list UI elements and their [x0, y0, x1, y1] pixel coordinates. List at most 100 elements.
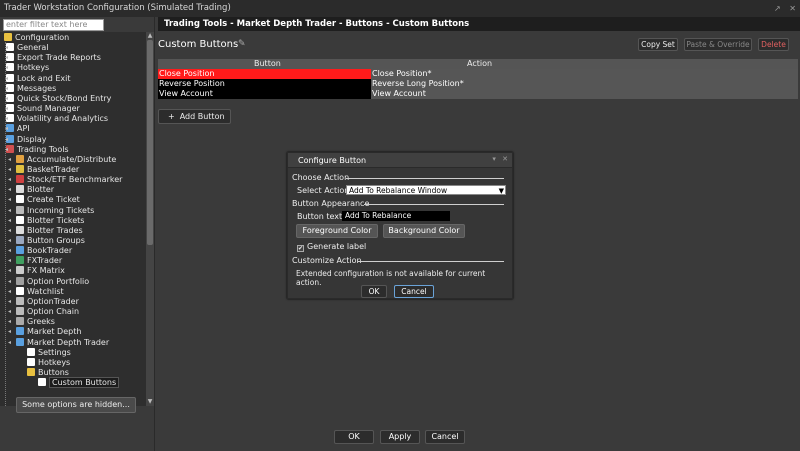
expand-toggle-icon[interactable]: ◂	[5, 126, 10, 132]
tree-item[interactable]: ◂ Option Chain	[8, 307, 79, 317]
tree-item[interactable]: ◂ Watchlist	[8, 286, 64, 297]
dialog-cancel-button[interactable]: Cancel	[394, 285, 434, 298]
expand-toggle-icon[interactable]: ◂	[8, 156, 13, 162]
footer-apply-button[interactable]: Apply	[380, 430, 420, 444]
tree-item[interactable]: ◂ Messages	[5, 83, 56, 94]
tree-item[interactable]: ◂ Create Ticket	[8, 195, 80, 205]
dialog-ok-button[interactable]: OK	[361, 285, 387, 298]
generate-label-checkbox[interactable]: ✔ Generate label	[297, 242, 366, 252]
footer-cancel-button[interactable]: Cancel	[425, 430, 465, 444]
tree-item[interactable]: ◂ Volatility and Analytics	[5, 114, 108, 124]
foreground-color-button[interactable]: Foreground Color	[296, 224, 378, 238]
expand-toggle-icon[interactable]: ◂	[5, 116, 10, 122]
scroll-down-icon[interactable]: ▼	[146, 398, 154, 406]
expand-toggle-icon[interactable]: ◂	[8, 309, 13, 315]
table-row[interactable]: Close Position Close Position*	[158, 69, 798, 79]
expand-toggle-icon[interactable]: ◂	[5, 75, 10, 81]
tree-item[interactable]: ◂ API	[5, 124, 30, 134]
tree-item[interactable]: ◂ General	[5, 43, 49, 53]
tree-item[interactable]: ◂ Sound Manager	[5, 104, 80, 114]
expand-toggle-icon[interactable]: ◂	[8, 248, 13, 254]
tree-item[interactable]: ◂ Greeks	[8, 317, 55, 327]
undock-icon[interactable]: ↗	[774, 4, 781, 13]
dialog-menu-icon[interactable]: ▾	[492, 155, 496, 163]
expand-toggle-icon[interactable]: ◂	[8, 207, 13, 213]
tree-item[interactable]: ◂ Quick Stock/Bond Entry	[5, 93, 111, 104]
scroll-up-icon[interactable]: ▲	[146, 32, 154, 40]
dialog-close-icon[interactable]: ✕	[502, 155, 508, 163]
expand-toggle-icon[interactable]: ◂	[8, 238, 13, 244]
tree-item[interactable]: ◂ BasketTrader	[8, 164, 79, 175]
tree-item[interactable]: ◂ Hotkeys	[5, 63, 49, 73]
expand-toggle-icon[interactable]: ◂	[5, 85, 10, 91]
add-button[interactable]: + Add Button	[158, 109, 231, 124]
add-button-label: Add Button	[179, 112, 225, 121]
edit-pencil-icon[interactable]: ✎	[238, 39, 246, 49]
tree-item[interactable]: ◂ FXTrader	[8, 256, 62, 266]
expand-toggle-icon[interactable]: ◂	[8, 268, 13, 274]
expand-toggle-icon[interactable]: ◂	[5, 136, 10, 142]
tree-item-label: Button Groups	[27, 236, 85, 245]
expand-toggle-icon[interactable]: ◂	[5, 45, 10, 51]
scroll-thumb[interactable]	[147, 40, 153, 245]
table-row[interactable]: View Account View Account	[158, 89, 798, 99]
expand-toggle-icon[interactable]: ◂	[8, 227, 13, 233]
delete-button[interactable]: Delete	[758, 38, 789, 51]
tree-item[interactable]: ◂ Export Trade Reports	[5, 53, 101, 63]
tree-item[interactable]: ◂ Stock/ETF Benchmarker	[8, 175, 122, 185]
expand-toggle-icon[interactable]: ◂	[8, 298, 13, 304]
tree-item[interactable]: ◂ Button Groups	[8, 236, 85, 246]
tree-item[interactable]: ◂ Market Depth	[8, 327, 81, 337]
tree-item[interactable]: ◂ Display	[5, 134, 47, 145]
tree-item[interactable]: ◂ Blotter Trades	[8, 225, 83, 236]
button-text-input[interactable]: Add To Rebalance	[342, 211, 450, 221]
background-color-button[interactable]: Background Color	[383, 224, 465, 238]
tree-item[interactable]: ◂ BookTrader	[8, 246, 72, 256]
expand-toggle-icon[interactable]: ◂	[8, 288, 13, 294]
expand-toggle-icon[interactable]: ◂	[8, 177, 13, 183]
expand-toggle-icon[interactable]: ◂	[8, 258, 13, 264]
optiontrader-icon	[16, 296, 24, 305]
tree-item[interactable]: ◂ FX Matrix	[8, 266, 65, 276]
tree-item[interactable]: Custom Buttons	[38, 377, 120, 389]
tree-item[interactable]: ◂ Lock and Exit	[5, 73, 71, 84]
folder-icon	[27, 367, 35, 376]
table-row[interactable]: Reverse Position Reverse Long Position*	[158, 79, 798, 89]
expand-toggle-icon[interactable]: ◂	[8, 339, 13, 345]
tree-item[interactable]: Settings	[27, 347, 71, 358]
footer-ok-button[interactable]: OK	[334, 430, 374, 444]
expand-toggle-icon[interactable]: ◂	[5, 106, 10, 112]
copy-set-button[interactable]: Copy Set	[638, 38, 678, 51]
buttons-table: Button Action Close Position Close Posit…	[158, 59, 798, 99]
tree-item[interactable]: ◂ Option Portfolio	[8, 276, 89, 287]
select-action-dropdown[interactable]: Add To Rebalance Window ▼	[346, 185, 506, 195]
close-icon[interactable]: ✕	[789, 4, 796, 13]
tree-item[interactable]: ◂ Market Depth Trader	[8, 337, 109, 348]
expand-toggle-icon[interactable]: ◂	[8, 217, 13, 223]
expand-toggle-icon[interactable]: ◂	[5, 65, 10, 71]
expand-toggle-icon[interactable]: ◂	[5, 95, 10, 101]
tree-item[interactable]: ◂ OptionTrader	[8, 296, 79, 307]
tree-item[interactable]: ◂ Blotter Tickets	[8, 215, 84, 226]
tree-item[interactable]: Hotkeys	[27, 357, 70, 368]
tree-item[interactable]: Configuration	[4, 33, 69, 43]
benchmark-icon	[16, 175, 24, 184]
tree-scrollbar[interactable]: ▲ ▼	[146, 32, 154, 406]
tree-item[interactable]: ◂ Incoming Tickets	[8, 205, 94, 216]
expand-toggle-icon[interactable]: ◂	[8, 278, 13, 284]
tree-item[interactable]: ◂ Trading Tools	[5, 144, 69, 155]
filter-input[interactable]: enter filter text here	[3, 19, 104, 31]
expand-toggle-icon[interactable]: ◂	[5, 55, 10, 61]
expand-toggle-icon[interactable]: ◂	[8, 197, 13, 203]
expand-toggle-icon[interactable]: ◂	[8, 187, 13, 193]
checkbox-checked-icon[interactable]: ✔	[297, 245, 304, 252]
expand-toggle-icon[interactable]: ◂	[8, 166, 13, 172]
hidden-options-button[interactable]: Some options are hidden...	[16, 397, 136, 413]
expand-toggle-icon[interactable]: ◂	[8, 329, 13, 335]
expand-toggle-icon[interactable]: ◂	[5, 146, 10, 152]
paste-override-button[interactable]: Paste & Override	[684, 38, 752, 51]
blotter-trades-icon	[16, 225, 24, 234]
tree-item[interactable]: ◂ Accumulate/Distribute	[8, 154, 116, 165]
expand-toggle-icon[interactable]: ◂	[8, 319, 13, 325]
tree-item[interactable]: ◂ Blotter	[8, 185, 54, 195]
